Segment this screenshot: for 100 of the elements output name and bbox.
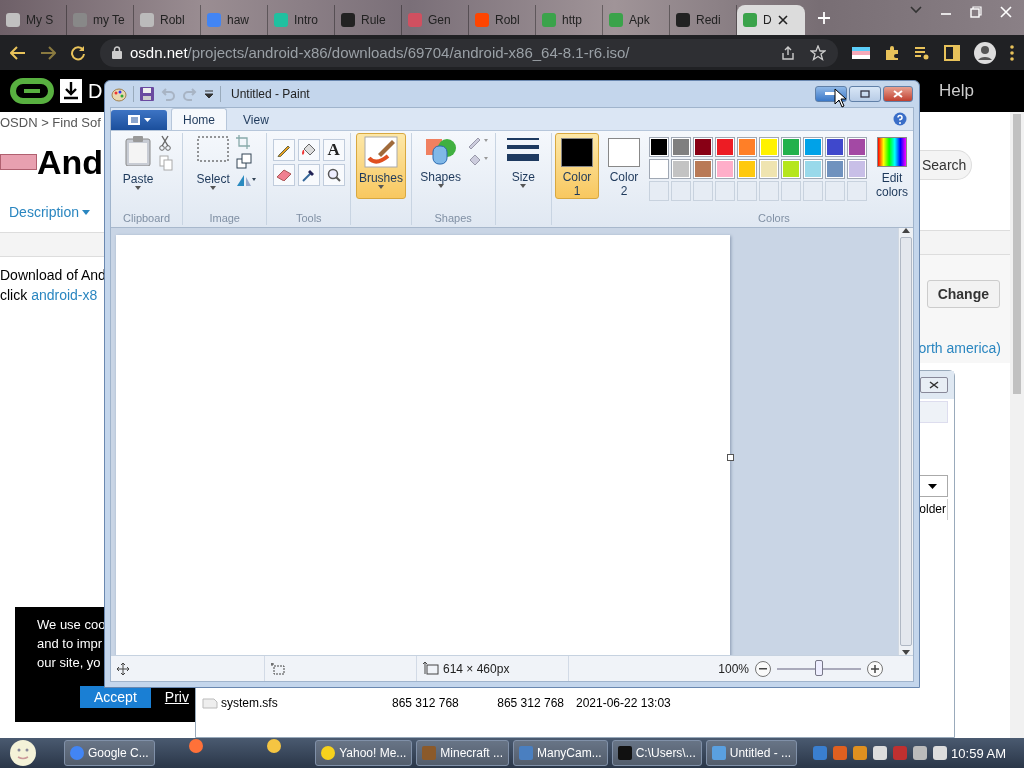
color-swatch[interactable]	[759, 159, 779, 179]
taskbar-button[interactable]: C:\Users\...	[611, 740, 702, 766]
maximize-icon[interactable]	[970, 6, 982, 18]
ribbon-tab[interactable]: Home	[171, 108, 227, 130]
crop-icon[interactable]	[235, 135, 250, 149]
zoom-out-button[interactable]	[755, 660, 771, 677]
resize-icon[interactable]	[235, 153, 252, 169]
empty-swatch[interactable]	[715, 181, 735, 201]
color-swatch[interactable]	[693, 137, 713, 157]
dropdown-icon[interactable]	[204, 90, 214, 98]
size-button[interactable]: Size	[504, 133, 543, 199]
pencil-tool[interactable]	[272, 139, 295, 161]
close-icon[interactable]	[777, 15, 788, 25]
menu-icon[interactable]	[1010, 44, 1014, 61]
empty-swatch[interactable]	[737, 181, 757, 201]
taskbar-button[interactable]: Minecraft ...	[416, 740, 509, 766]
shapes-button[interactable]: Shapes	[417, 133, 464, 199]
color-swatch[interactable]	[715, 159, 735, 179]
color-swatch[interactable]	[649, 159, 669, 179]
color-swatch[interactable]	[781, 137, 801, 157]
tray-icon[interactable]	[853, 746, 868, 760]
star-icon[interactable]	[810, 44, 826, 61]
browser-tab[interactable]: D	[737, 5, 805, 35]
app-menu-button[interactable]	[111, 110, 167, 130]
empty-swatch[interactable]	[803, 181, 823, 201]
color-swatch[interactable]	[803, 137, 823, 157]
fill-tool[interactable]	[297, 139, 320, 161]
color-swatch[interactable]	[825, 159, 845, 179]
download-icon[interactable]	[60, 79, 82, 103]
color-picker-tool[interactable]	[297, 164, 320, 186]
zoom-slider[interactable]	[777, 663, 861, 674]
privacy-link[interactable]: Priv	[164, 689, 189, 705]
address-bar[interactable]: osdn.net/projects/android-x86/downloads/69704/android-x86_64-8.1-r6.iso/	[100, 38, 838, 67]
file-link[interactable]: android-x8	[31, 287, 98, 303]
text-tool[interactable]: A	[322, 139, 345, 161]
color-swatch[interactable]	[825, 137, 845, 157]
color-slot[interactable]: Color 1	[555, 133, 599, 199]
color-swatch[interactable]	[759, 137, 779, 157]
share-icon[interactable]	[780, 44, 796, 61]
color-swatch[interactable]	[847, 137, 867, 157]
resize-handle[interactable]	[727, 454, 734, 461]
ribbon-tab[interactable]: View	[231, 108, 281, 130]
empty-swatch[interactable]	[847, 181, 867, 201]
start-orb-icon[interactable]	[8, 739, 38, 767]
paint-icon[interactable]	[111, 86, 127, 102]
empty-swatch[interactable]	[671, 181, 691, 201]
close-button[interactable]	[920, 377, 948, 393]
color-swatch[interactable]	[781, 159, 801, 179]
tray-icon[interactable]	[913, 746, 928, 760]
color-swatch[interactable]	[671, 159, 691, 179]
brushes-button[interactable]: Brushes	[355, 133, 406, 199]
rotate-icon[interactable]	[235, 173, 256, 187]
empty-swatch[interactable]	[781, 181, 801, 201]
profile-icon[interactable]	[974, 41, 996, 64]
reload-icon[interactable]	[70, 44, 86, 61]
tray-icon[interactable]	[933, 746, 948, 760]
slider-thumb[interactable]	[815, 659, 823, 676]
help-icon[interactable]	[893, 112, 907, 126]
eraser-tool[interactable]	[272, 164, 295, 186]
maximize-button[interactable]	[849, 86, 881, 102]
accept-button[interactable]: Accept	[80, 686, 151, 708]
taskbar-button[interactable]: Yahoo! Me...	[315, 740, 413, 766]
nav-link[interactable]: D	[88, 79, 103, 103]
zoom-in-button[interactable]	[867, 660, 883, 677]
new-tab-icon[interactable]	[817, 10, 831, 25]
select-button[interactable]: Select	[193, 133, 233, 199]
color-swatch[interactable]	[671, 137, 691, 157]
back-icon[interactable]	[10, 45, 26, 60]
color-swatch[interactable]	[649, 137, 669, 157]
empty-swatch[interactable]	[759, 181, 779, 201]
empty-swatch[interactable]	[693, 181, 713, 201]
empty-swatch[interactable]	[649, 181, 669, 201]
outline-icon[interactable]	[466, 135, 489, 149]
help-link[interactable]: Help	[939, 81, 974, 101]
color-swatch[interactable]	[715, 137, 735, 157]
close-button[interactable]	[883, 86, 913, 102]
tray-icon[interactable]	[873, 746, 888, 760]
puzzle-icon[interactable]	[884, 44, 900, 61]
color-slot[interactable]: Color 2	[602, 133, 646, 199]
taskbar-button[interactable]: Google C...	[64, 740, 155, 766]
side-panel-icon[interactable]	[944, 44, 960, 61]
magnifier-tool[interactable]	[322, 164, 345, 186]
description-tab[interactable]: Description	[0, 200, 104, 224]
cut-icon[interactable]	[159, 135, 172, 151]
search-button[interactable]: Search	[920, 150, 972, 180]
empty-swatch[interactable]	[825, 181, 845, 201]
color-swatch[interactable]	[803, 159, 823, 179]
scrollbar[interactable]	[1010, 112, 1024, 738]
color-swatch[interactable]	[737, 137, 757, 157]
flag-icon[interactable]	[852, 46, 870, 59]
chevron-down-icon[interactable]	[910, 6, 922, 14]
edit-colors-button[interactable]: Edit colors	[874, 137, 910, 199]
playlist-icon[interactable]	[914, 45, 930, 60]
scrollbar[interactable]	[898, 228, 913, 655]
color-swatch[interactable]	[847, 159, 867, 179]
change-button[interactable]: Change	[926, 280, 1000, 308]
logo-icon[interactable]	[10, 78, 54, 104]
color-swatch[interactable]	[737, 159, 757, 179]
color-swatch[interactable]	[693, 159, 713, 179]
save-icon[interactable]	[140, 87, 154, 101]
